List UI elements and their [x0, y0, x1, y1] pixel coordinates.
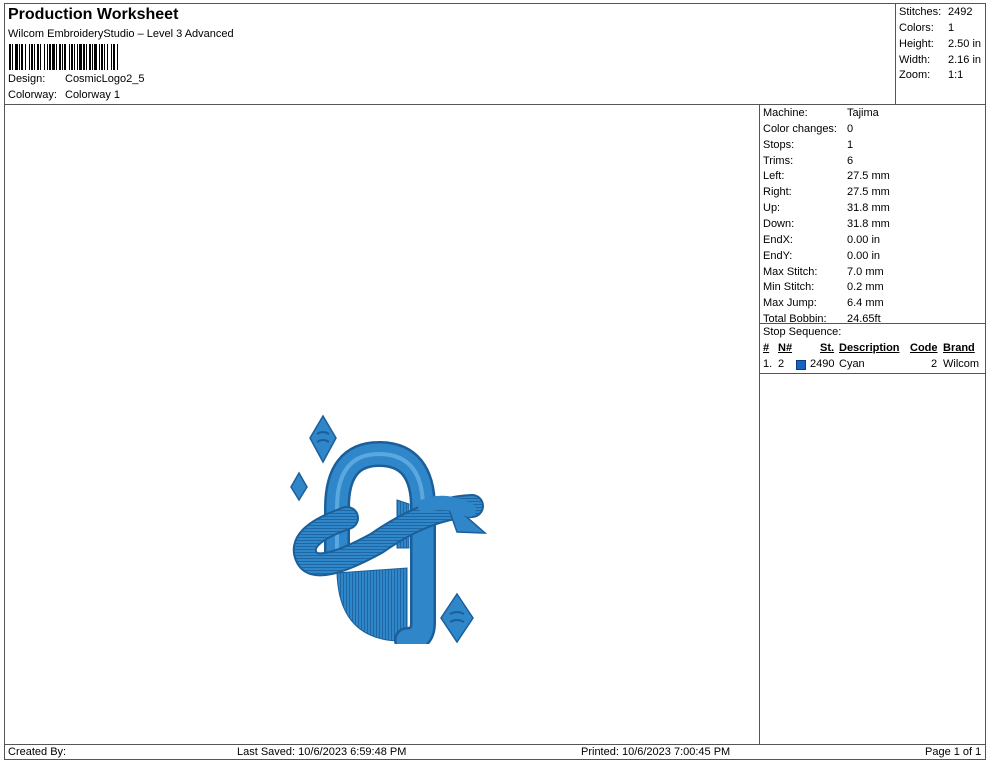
colors-value: 1: [948, 22, 955, 34]
col-brand: Brand: [943, 342, 975, 354]
zoom-row: Zoom: 1:1: [899, 69, 963, 81]
height-row: Height: 2.50 in: [899, 38, 981, 50]
detail-value: Tajima: [847, 107, 879, 119]
embroidery-design-preview: [290, 414, 487, 644]
detail-row: Left: 27.5 mm: [763, 170, 890, 182]
detail-value: 24.65ft: [847, 313, 881, 326]
software-subtitle: Wilcom EmbroideryStudio – Level 3 Advanc…: [8, 28, 234, 40]
detail-value: 1: [847, 138, 854, 151]
height-value: 2.50 in: [948, 38, 982, 50]
detail-label: EndY:: [763, 249, 793, 262]
summary-panel: Stitches: 2492 Colors: 1 Height: 2.50 in Wi…: [896, 4, 985, 105]
stitches-value: 2492: [948, 6, 973, 18]
table-row: 1. 2 2490 Cyan 2 Wilcom: [763, 358, 985, 372]
detail-label: Left:: [763, 170, 785, 183]
detail-value: 31.8 mm: [847, 202, 890, 215]
worksheet: Production Worksheet Wilcom EmbroiderySt…: [4, 3, 986, 760]
zoom-value: 1:1: [948, 69, 964, 81]
detail-label: Max Jump:: [763, 297, 817, 310]
detail-value: 0: [847, 122, 854, 135]
row-brand: Wilcom: [943, 358, 980, 370]
detail-row: Min Stitch: 0.2 mm: [763, 281, 884, 293]
width-row: Width: 2.16 in: [899, 54, 981, 66]
colorway-label: Colorway:: [8, 89, 57, 101]
detail-value: 31.8 mm: [847, 217, 890, 230]
created-by: Created By:: [8, 746, 67, 758]
detail-label: Up:: [763, 202, 781, 215]
color-swatch: [796, 360, 806, 370]
height-label: Height:: [899, 38, 934, 50]
detail-value: 7.0 mm: [847, 265, 884, 278]
col-code: Code: [910, 342, 938, 354]
row-n: 2: [778, 358, 785, 370]
detail-row: Down: 31.8 mm: [763, 218, 890, 230]
stop-sequence-title: Stop Sequence:: [763, 326, 842, 338]
detail-label: Min Stitch:: [763, 281, 815, 294]
design-preview-canvas: [5, 105, 760, 744]
worksheet-footer: Created By: Last Saved: 10/6/2023 6:59:4…: [5, 744, 985, 760]
detail-row: Machine: Tajima: [763, 107, 879, 119]
detail-value: 27.5 mm: [847, 186, 890, 199]
detail-row: EndY: 0.00 in: [763, 250, 880, 262]
col-description: Description: [839, 342, 900, 354]
detail-value: 6.4 mm: [847, 297, 884, 310]
design-value: CosmicLogo2_5: [65, 73, 145, 85]
worksheet-header: Production Worksheet Wilcom EmbroiderySt…: [5, 4, 896, 105]
detail-label: Right:: [763, 186, 792, 199]
detail-label: Stops:: [763, 138, 795, 151]
design-label: Design:: [8, 73, 46, 85]
detail-label: EndX:: [763, 233, 793, 246]
detail-row: Total Bobbin: 24.65ft: [763, 313, 881, 325]
detail-label: Down:: [763, 217, 795, 230]
stitches-label: Stitches:: [899, 6, 942, 18]
detail-value: 0.00 in: [847, 233, 881, 246]
detail-value: 0.00 in: [847, 249, 881, 262]
detail-row: Max Jump: 6.4 mm: [763, 297, 884, 309]
row-st: 2490: [810, 358, 835, 370]
last-saved: Last Saved: 10/6/2023 6:59:48 PM: [237, 746, 407, 758]
detail-row: Color changes: 0: [763, 123, 853, 135]
stitches-row: Stitches: 2492: [899, 6, 972, 18]
printed-date: Printed: 10/6/2023 7:00:45 PM: [581, 746, 731, 758]
divider: [760, 373, 986, 374]
detail-label: Trims:: [763, 154, 794, 167]
stop-sequence-header: # N# St. Description Code Brand: [763, 342, 985, 356]
arch-lower-fill: [336, 567, 408, 642]
row-description: Cyan: [839, 358, 865, 370]
detail-row: Trims: 6: [763, 155, 853, 167]
width-value: 2.16 in: [948, 54, 982, 66]
barcode: [9, 44, 200, 70]
machine-details-panel: Stop Sequence: # N# St. Description Code…: [760, 105, 986, 744]
detail-row: Right: 27.5 mm: [763, 186, 890, 198]
colors-label: Colors:: [899, 22, 934, 34]
detail-row: Stops: 1: [763, 139, 853, 151]
page-number: Page 1 of 1: [925, 746, 982, 758]
detail-label: Color changes:: [763, 122, 837, 135]
detail-value: 0.2 mm: [847, 281, 884, 294]
row-code: 2: [931, 358, 938, 370]
detail-label: Max Stitch:: [763, 265, 818, 278]
colors-row: Colors: 1: [899, 22, 954, 34]
detail-label: Total Bobbin:: [763, 313, 827, 326]
colorway-value: Colorway 1: [65, 89, 121, 101]
detail-value: 6: [847, 154, 854, 167]
colorway-row: Colorway: Colorway 1: [8, 89, 120, 101]
page-title: Production Worksheet: [8, 6, 179, 23]
col-st: St.: [820, 342, 835, 354]
orbit-ring: [294, 496, 482, 575]
detail-row: Up: 31.8 mm: [763, 202, 890, 214]
design-row: Design: CosmicLogo2_5: [8, 73, 145, 85]
zoom-label: Zoom:: [899, 69, 931, 81]
col-num: #: [763, 342, 770, 354]
detail-label: Machine:: [763, 107, 808, 119]
col-n: N#: [778, 342, 793, 354]
sparkle-diamond-bottom: [440, 592, 474, 644]
detail-row: Max Stitch: 7.0 mm: [763, 266, 884, 278]
sparkle-diamond-small: [290, 471, 308, 502]
detail-value: 27.5 mm: [847, 170, 890, 183]
detail-row: EndX: 0.00 in: [763, 234, 880, 246]
row-num: 1.: [763, 358, 773, 370]
width-label: Width:: [899, 54, 931, 66]
